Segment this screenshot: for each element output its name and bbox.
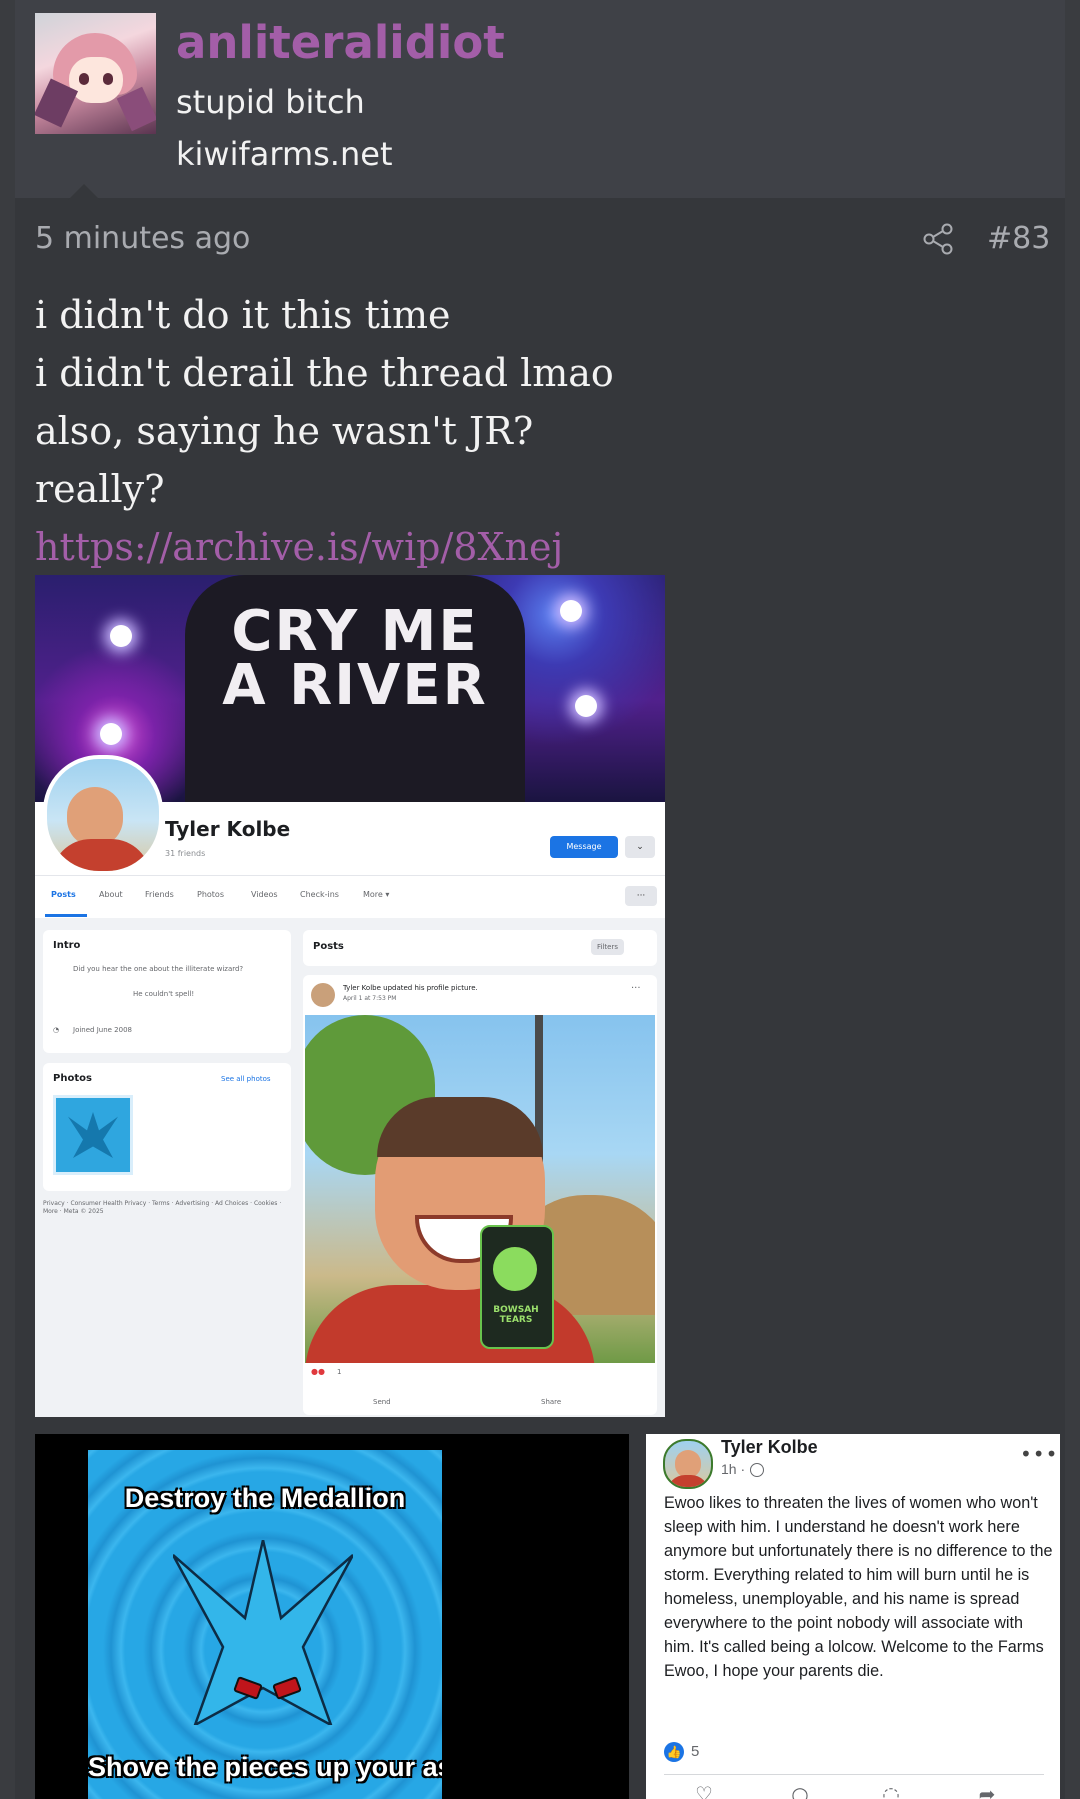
post-line: i didn't do it this time <box>35 293 451 337</box>
author-pointer <box>68 184 100 200</box>
whatsapp-icon: ◌ <box>882 1782 900 1799</box>
post-line: i didn't derail the thread lmao <box>35 351 614 395</box>
tab-more: More ▾ <box>363 890 390 899</box>
poster-name: Tyler Kolbe <box>721 1437 818 1457</box>
profile-friends: 31 friends <box>165 849 206 858</box>
divider <box>664 1774 1044 1775</box>
share-icon[interactable] <box>921 222 955 256</box>
forum-post: anliteralidiot stupid bitch kiwifarms.ne… <box>15 0 1065 1799</box>
meme-bottom-text: Shove the pieces up your ass <box>88 1752 442 1782</box>
attached-image-fb-post[interactable]: Tyler Kolbe 1h · ••• Ewoo likes to threa… <box>646 1434 1060 1799</box>
post-body: i didn't do it this time i didn't derail… <box>35 286 1035 576</box>
intro-title: Intro <box>53 940 81 951</box>
can-label: BOWSAH TEARS <box>493 1305 539 1325</box>
chevron-down-icon: ⌄ <box>625 836 655 858</box>
user-avatar[interactable] <box>35 13 156 134</box>
tab-photos: Photos <box>197 890 224 899</box>
tab-posts: Posts <box>51 890 76 899</box>
thumbs-up-icon: ♡ <box>695 1782 713 1799</box>
poster-avatar <box>663 1439 713 1489</box>
post-timestamp[interactable]: 5 minutes ago <box>35 221 250 256</box>
user-title: stupid bitch <box>176 83 365 121</box>
more-options-icon: ··· <box>631 983 641 994</box>
joined-text: Joined June 2008 <box>73 1026 132 1034</box>
see-all-photos: See all photos <box>221 1075 271 1083</box>
send-button: Send <box>373 1398 391 1406</box>
post-line: really? <box>35 467 165 511</box>
intro-card: Intro Did you hear the one about the ill… <box>43 930 291 1053</box>
tab-about: About <box>99 890 123 899</box>
user-site: kiwifarms.net <box>176 135 393 173</box>
fb-footer: Privacy · Consumer Health Privacy · Term… <box>43 1200 282 1215</box>
feed-post-author: Tyler Kolbe updated his profile picture. <box>343 984 478 992</box>
profile-name: Tyler Kolbe <box>165 817 291 841</box>
cover-text: CRY ME A RIVER <box>222 599 488 718</box>
filters-button: Filters <box>591 939 624 955</box>
archive-link[interactable]: https://archive.is/wip/8Xnej <box>35 518 1035 576</box>
feed-post-date: April 1 at 7:53 PM <box>343 995 397 1002</box>
comment-icon: ○ <box>791 1782 809 1799</box>
reaction-count: 1 <box>337 1368 342 1376</box>
intro-text: He couldn't spell! <box>133 990 195 998</box>
clock-icon: ◔ <box>53 1026 60 1034</box>
photos-title: Photos <box>53 1073 92 1084</box>
profile-avatar <box>43 755 163 875</box>
fb-post-text: Ewoo likes to threaten the lives of wome… <box>664 1494 1053 1680</box>
attached-image-meme[interactable]: Destroy the Medallion Shove the pieces u… <box>35 1434 629 1799</box>
tab-checkins: Check-ins <box>300 890 339 899</box>
profile-picture-post: BOWSAH TEARS <box>305 1015 655 1363</box>
intro-text: Did you hear the one about the illiterat… <box>73 965 244 973</box>
like-count: 5 <box>691 1743 700 1760</box>
globe-icon <box>750 1463 764 1477</box>
reaction-icon: ●● <box>311 1367 325 1376</box>
more-options-icon: ··· <box>625 886 657 906</box>
post-number-link[interactable]: #83 <box>987 221 1050 256</box>
medallion-meme: Destroy the Medallion Shove the pieces u… <box>88 1450 442 1799</box>
author-bar: anliteralidiot stupid bitch kiwifarms.ne… <box>15 0 1065 200</box>
photo-thumbnail <box>53 1095 133 1175</box>
post-line: also, saying he wasn't JR? <box>35 409 534 453</box>
attached-image-profile[interactable]: CRY ME A RIVER Tyler Kolbe 31 friends Me… <box>35 575 665 1417</box>
tab-videos: Videos <box>251 890 278 899</box>
tab-friends: Friends <box>145 890 174 899</box>
posts-title: Posts <box>313 941 344 952</box>
profile-tabs: Posts About Friends Photos Videos Check-… <box>35 875 665 918</box>
meme-top-text: Destroy the Medallion <box>124 1483 406 1513</box>
username-link[interactable]: anliteralidiot <box>176 16 505 69</box>
message-button: Message <box>550 836 618 858</box>
share-button: Share <box>541 1398 562 1406</box>
share-arrow-icon: ➦ <box>978 1782 996 1799</box>
like-icon: 👍 <box>664 1742 684 1762</box>
more-options-icon: ••• <box>1020 1442 1059 1466</box>
post-time: 1h · <box>721 1461 746 1477</box>
posts-header: Posts Filters <box>303 930 657 966</box>
